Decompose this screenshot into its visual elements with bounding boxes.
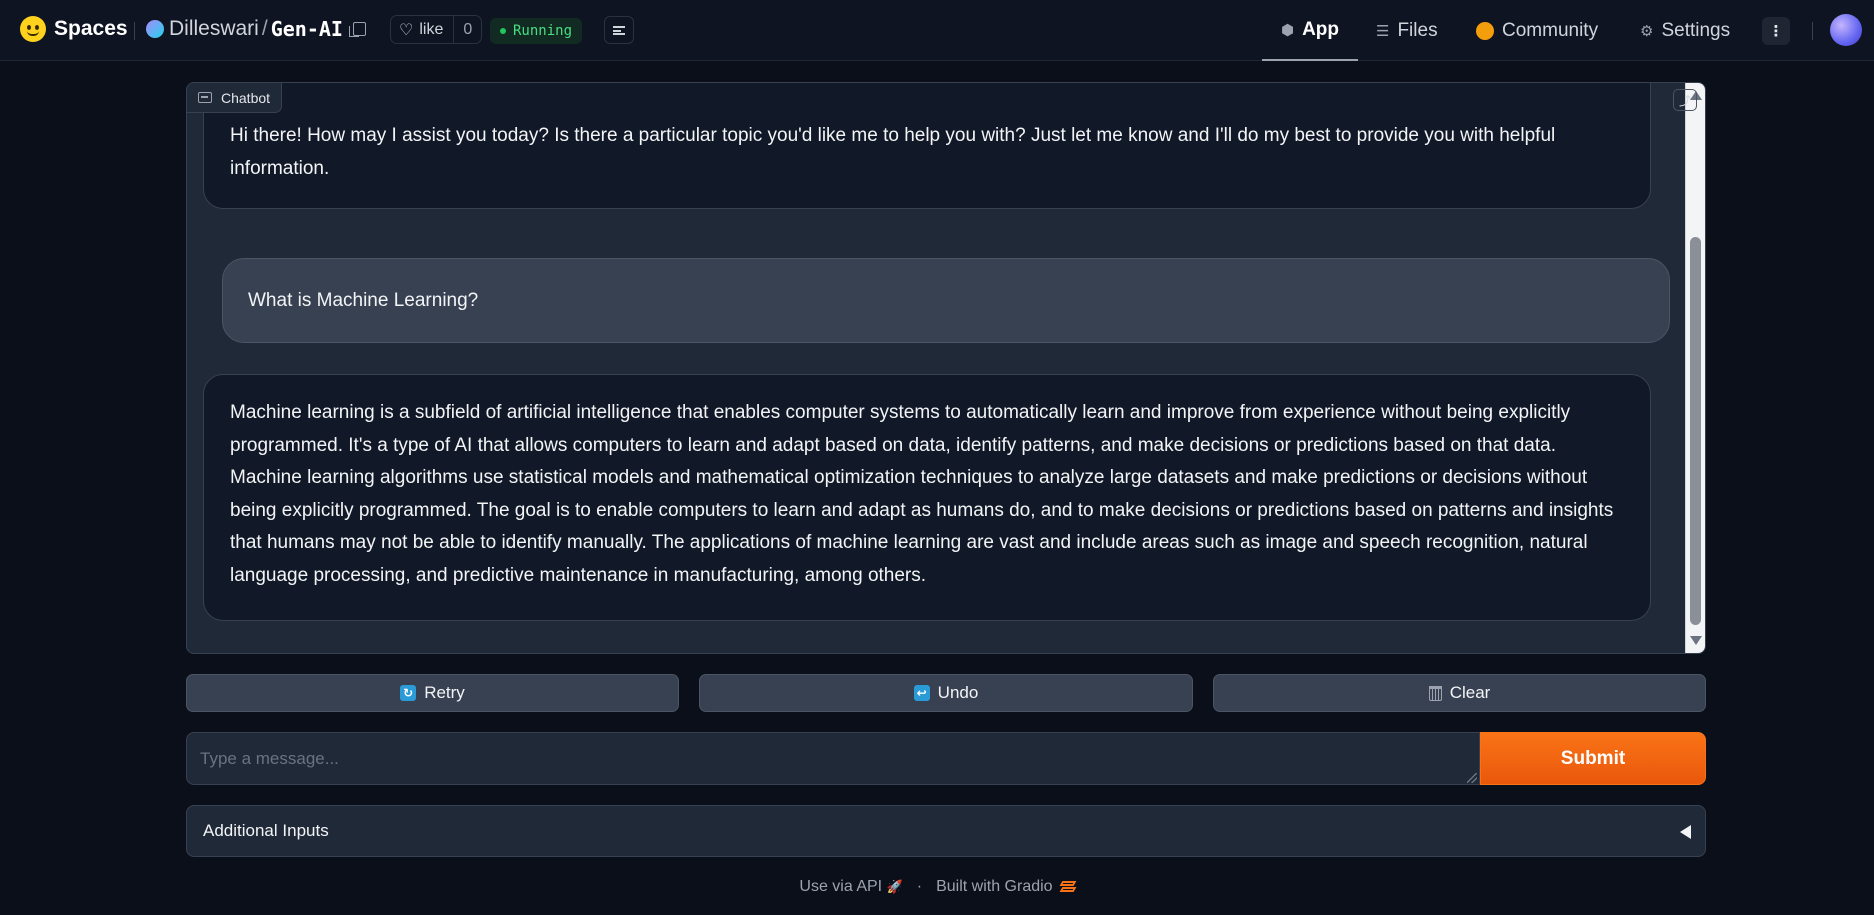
- retry-button[interactable]: ↻ Retry: [186, 674, 679, 712]
- built-with-gradio-label: Built with Gradio: [936, 878, 1053, 895]
- repo-breadcrumb: Dilleswari / Gen-AI: [146, 17, 366, 41]
- tab-app-label: App: [1302, 18, 1340, 40]
- like-count[interactable]: 0: [453, 16, 481, 43]
- bot-message: Hi there! How may I assist you today? Is…: [203, 83, 1651, 209]
- share-button[interactable]: ⤴: [1673, 89, 1697, 111]
- use-via-api-label: Use via API: [799, 878, 883, 895]
- tab-files-label: Files: [1397, 19, 1438, 41]
- clear-button[interactable]: Clear: [1213, 674, 1706, 712]
- gradio-logo-icon: [1061, 881, 1075, 893]
- files-icon: ☰: [1376, 22, 1390, 40]
- clear-label: Clear: [1449, 683, 1491, 702]
- like-button[interactable]: ♡ like 0: [390, 15, 483, 44]
- resize-handle-icon[interactable]: [1467, 773, 1477, 783]
- tab-community[interactable]: Community: [1476, 0, 1598, 61]
- tab-settings[interactable]: ⚙ Settings: [1640, 0, 1730, 61]
- spaces-home-link[interactable]: Spaces: [20, 16, 128, 42]
- undo-label: Undo: [937, 683, 979, 702]
- status-label: Running: [513, 23, 573, 39]
- submit-button[interactable]: Submit: [1480, 732, 1706, 785]
- tab-settings-label: Settings: [1661, 19, 1731, 41]
- logs-button[interactable]: [604, 16, 634, 44]
- copy-icon[interactable]: [348, 22, 366, 37]
- tab-files[interactable]: ☰ Files: [1376, 0, 1438, 61]
- scrollbar-thumb[interactable]: [1690, 237, 1701, 625]
- bot-message: Machine learning is a subfield of artifi…: [203, 374, 1651, 621]
- more-options-button[interactable]: ⋮: [1762, 17, 1790, 45]
- retry-icon: ↻: [400, 685, 417, 701]
- owner-link[interactable]: Dilleswari: [169, 17, 259, 41]
- owner-avatar: [146, 20, 164, 38]
- built-with-gradio-link[interactable]: Built with Gradio: [936, 878, 1075, 896]
- repo-name-link[interactable]: Gen-AI: [271, 17, 343, 41]
- footer: Use via API 🚀 · Built with Gradio: [0, 878, 1874, 896]
- accordion-label: Additional Inputs: [203, 821, 329, 840]
- status-badge[interactable]: Running: [490, 18, 583, 44]
- chat-scrollbar[interactable]: [1685, 83, 1705, 653]
- chat-messages[interactable]: Hi there! How may I assist you today? Is…: [187, 83, 1685, 653]
- user-message: What is Machine Learning?: [222, 258, 1670, 343]
- additional-inputs-accordion[interactable]: Additional Inputs: [186, 805, 1706, 857]
- wastebasket-icon: [1428, 685, 1442, 701]
- retry-label: Retry: [424, 683, 465, 702]
- rocket-icon: 🚀: [886, 879, 903, 894]
- undo-icon: ↩: [913, 685, 930, 701]
- top-navigation-bar: Spaces Dilleswari / Gen-AI ♡ like 0 Runni…: [0, 0, 1874, 61]
- logs-icon: [613, 25, 625, 35]
- footer-separator: ·: [916, 878, 923, 895]
- tab-community-label: Community: [1502, 19, 1599, 41]
- brand-label: Spaces: [54, 17, 128, 40]
- chatbot-label: Chatbot: [187, 83, 283, 113]
- tab-app[interactable]: ⬢ App: [1262, 0, 1358, 61]
- more-vertical-icon: ⋮: [1768, 23, 1784, 40]
- breadcrumb-separator: /: [261, 17, 268, 40]
- share-icon: ⤴: [1678, 93, 1691, 108]
- community-icon: [1476, 21, 1494, 40]
- hugging-face-logo-icon: [20, 16, 46, 42]
- chat-icon: [198, 92, 212, 103]
- status-dot-icon: [500, 28, 506, 34]
- undo-button[interactable]: ↩ Undo: [699, 674, 1193, 712]
- heart-icon: ♡: [399, 21, 414, 39]
- scroll-down-icon[interactable]: [1690, 636, 1702, 645]
- message-input[interactable]: [186, 732, 1480, 785]
- collapse-triangle-icon: [1680, 825, 1691, 839]
- chatbot-label-text: Chatbot: [221, 89, 271, 106]
- chatbot-panel: Hi there! How may I assist you today? Is…: [186, 82, 1706, 654]
- divider: [1812, 22, 1813, 40]
- gear-icon: ⚙: [1640, 22, 1654, 40]
- like-label: like: [419, 20, 444, 38]
- divider: [134, 22, 135, 40]
- use-via-api-link[interactable]: Use via API 🚀: [799, 878, 902, 896]
- cube-icon: ⬢: [1280, 21, 1295, 39]
- user-avatar[interactable]: [1830, 14, 1862, 46]
